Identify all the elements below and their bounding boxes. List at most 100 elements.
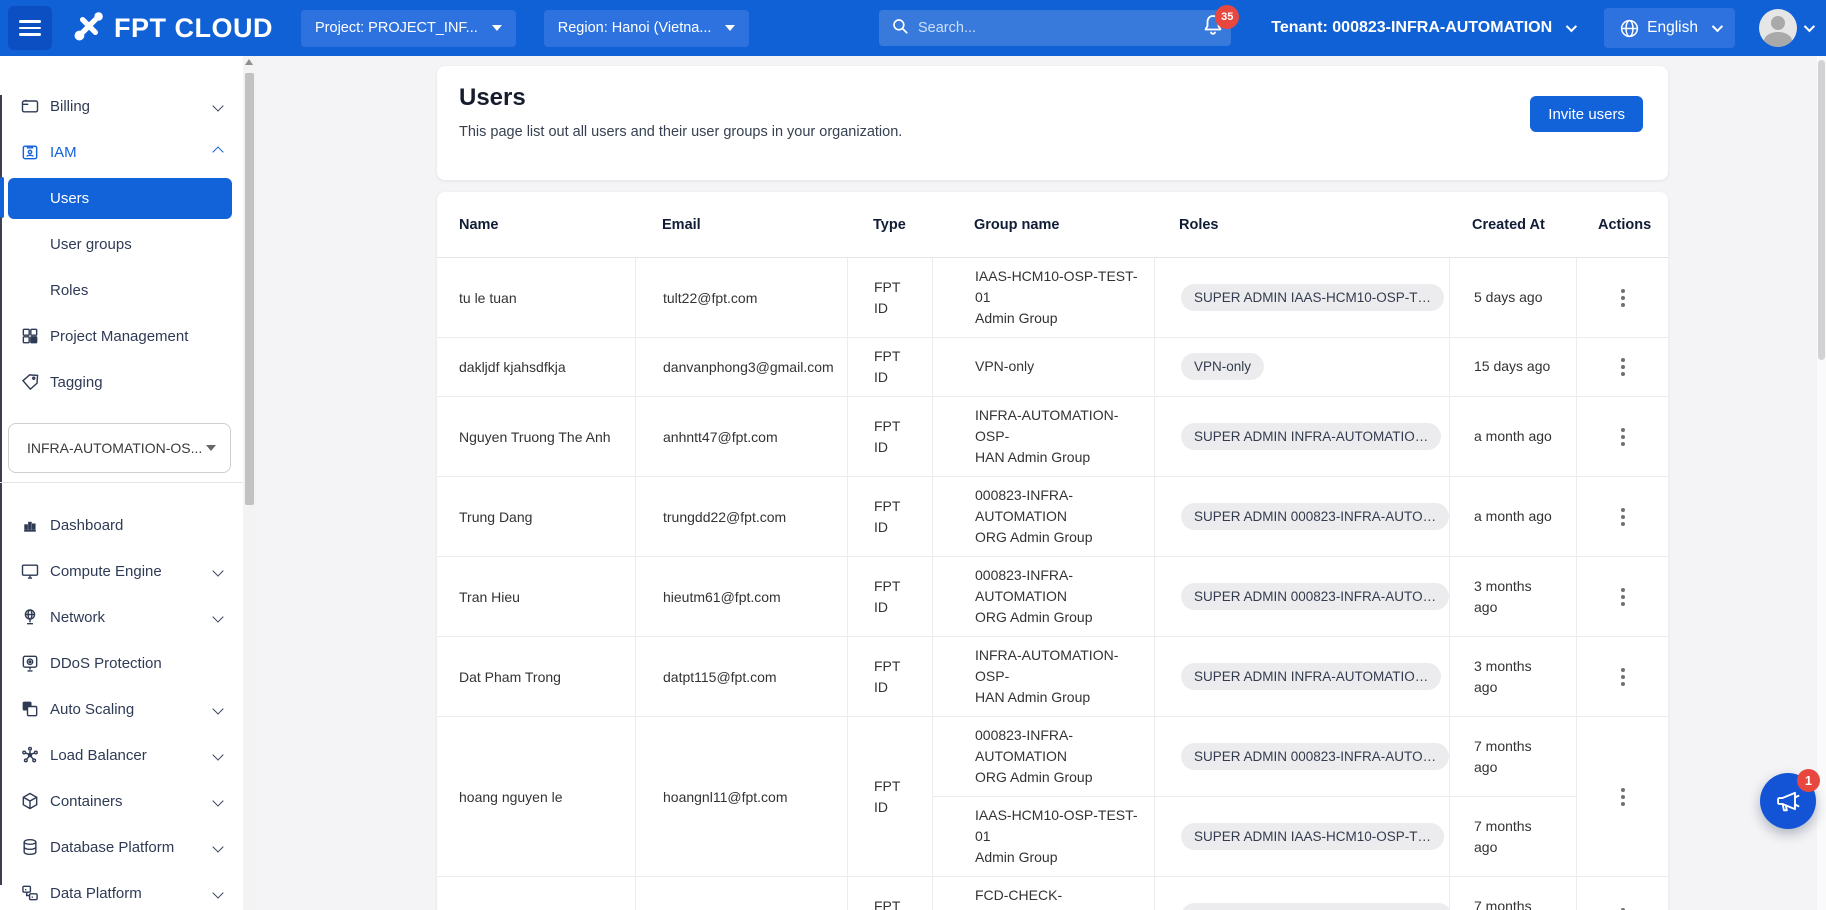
column-header-actions: Actions bbox=[1576, 217, 1668, 233]
container-icon bbox=[20, 791, 40, 811]
actions-cell bbox=[1576, 477, 1668, 556]
name-cell: dakljdf kjahsdfkja bbox=[437, 338, 635, 396]
sidebar-item-user-groups[interactable]: User groups bbox=[0, 221, 243, 267]
sidebar-item-roles[interactable]: Roles bbox=[0, 267, 243, 313]
name-cell: Dat Pham Trong bbox=[437, 637, 635, 716]
table-header-row: NameEmailTypeGroup nameRolesCreated AtAc… bbox=[437, 192, 1668, 258]
sidebar-item-label: Network bbox=[50, 609, 105, 626]
name-cell: hoang nguyen le bbox=[437, 717, 635, 876]
table-row: Trung Dangtrungdd22@fpt.comFPTID000823-I… bbox=[437, 477, 1668, 557]
ddos-icon bbox=[20, 653, 40, 673]
chevron-down-icon bbox=[725, 25, 735, 31]
account-chevron-down-icon[interactable] bbox=[1804, 21, 1815, 32]
sidebar-project-select[interactable]: INFRA-AUTOMATION-OS... bbox=[8, 423, 231, 473]
sidebar-item-ddos-protection[interactable]: DDoS Protection bbox=[0, 640, 243, 686]
sidebar-item-label: Data Platform bbox=[50, 885, 142, 902]
chevron-down-icon bbox=[1712, 21, 1723, 32]
search-input[interactable] bbox=[918, 20, 1219, 36]
roles-cell: SUPER ADMIN IAAS-HCM10-OSP-T… bbox=[1154, 797, 1449, 876]
sidebar-scrollbar-thumb[interactable] bbox=[245, 73, 254, 505]
row-actions-kebab-button[interactable] bbox=[1609, 418, 1637, 456]
type-cell: FPTID bbox=[847, 717, 932, 876]
roles-cell: FCD-CHECK-PERMISSION-PRODUC… bbox=[1154, 877, 1449, 910]
row-actions-kebab-button[interactable] bbox=[1609, 348, 1637, 386]
sidebar-item-label: Dashboard bbox=[50, 517, 123, 534]
language-selector[interactable]: English bbox=[1604, 8, 1735, 48]
table-row: dakljdf kjahsdfkjadanvanphong3@gmail.com… bbox=[437, 338, 1668, 397]
sidebar-item-tagging[interactable]: Tagging bbox=[0, 359, 243, 405]
column-header-type: Type bbox=[847, 217, 932, 233]
global-search bbox=[879, 10, 1231, 46]
chevron-down-icon bbox=[1566, 21, 1577, 32]
monitor-icon bbox=[20, 561, 40, 581]
row-actions-kebab-button[interactable] bbox=[1609, 279, 1637, 317]
created-at-cell: 7 monthsago bbox=[1449, 797, 1577, 876]
logo-text: FPT CLOUD bbox=[114, 13, 273, 44]
tag-icon bbox=[20, 372, 40, 392]
invite-users-button[interactable]: Invite users bbox=[1530, 96, 1643, 132]
actions-cell bbox=[1576, 557, 1668, 636]
actions-cell bbox=[1576, 338, 1668, 396]
actions-cell bbox=[1576, 397, 1668, 476]
row-actions-kebab-button[interactable] bbox=[1609, 498, 1637, 536]
sidebar-item-iam[interactable]: IAM bbox=[0, 129, 243, 175]
actions-cell bbox=[1576, 637, 1668, 716]
notifications-button[interactable]: 35 bbox=[1201, 12, 1231, 44]
roles-cell: VPN-only bbox=[1154, 338, 1449, 395]
group-name-cell: IAAS-HCM10-OSP-TEST-01Admin Group bbox=[933, 258, 1154, 337]
scroll-up-arrow-icon[interactable] bbox=[245, 59, 253, 65]
project-selector[interactable]: Project: PROJECT_INF... bbox=[301, 10, 516, 47]
groups-block: VPN-onlyVPN-only15 days ago bbox=[932, 338, 1576, 396]
sidebar-item-compute-engine[interactable]: Compute Engine bbox=[0, 548, 243, 594]
globe-icon bbox=[1619, 18, 1640, 39]
sidebar-item-dashboard[interactable]: Dashboard bbox=[0, 502, 243, 548]
row-actions-kebab-button[interactable] bbox=[1609, 778, 1637, 816]
table-row: tu le tuantult22@fpt.comFPTIDIAAS-HCM10-… bbox=[437, 258, 1668, 338]
role-badge: FCD-CHECK-PERMISSION-PRODUC… bbox=[1181, 903, 1452, 910]
actions-cell bbox=[1576, 717, 1668, 876]
hamburger-menu-button[interactable] bbox=[8, 6, 52, 50]
sidebar-item-label: IAM bbox=[50, 144, 77, 161]
column-header-created-at: Created At bbox=[1448, 217, 1576, 233]
sidebar-item-label: Tagging bbox=[50, 374, 103, 391]
fab-badge: 1 bbox=[1797, 769, 1820, 792]
table-row: hoang nguyen lehoangnl11@fpt.comFPTID000… bbox=[437, 717, 1668, 877]
group-name-cell: 000823-INFRA-AUTOMATIONORG Admin Group bbox=[933, 557, 1154, 636]
sidebar-item-containers[interactable]: Containers bbox=[0, 778, 243, 824]
row-actions-kebab-button[interactable] bbox=[1609, 898, 1637, 910]
row-actions-kebab-button[interactable] bbox=[1609, 578, 1637, 616]
type-cell: FPTID bbox=[847, 397, 932, 476]
main-content: Users This page list out all users and t… bbox=[256, 56, 1826, 910]
sidebar-item-billing[interactable]: Billing bbox=[0, 83, 243, 129]
sidebar-item-network[interactable]: Network bbox=[0, 594, 243, 640]
groups-block: 000823-INFRA-AUTOMATIONORG Admin Group SU… bbox=[932, 557, 1576, 636]
scaling-icon bbox=[20, 699, 40, 719]
page-scrollbar-thumb[interactable] bbox=[1818, 60, 1825, 360]
role-badge: SUPER ADMIN 000823-INFRA-AUTO… bbox=[1181, 743, 1449, 770]
sidebar-item-project-management[interactable]: Project Management bbox=[0, 313, 243, 359]
sidebar-item-database-platform[interactable]: Database Platform bbox=[0, 824, 243, 870]
chevron-down-icon bbox=[212, 749, 223, 760]
group-subrow: IAAS-HCM10-OSP-TEST-01Admin Group SUPER A… bbox=[933, 258, 1576, 337]
role-badge: SUPER ADMIN 000823-INFRA-AUTO… bbox=[1181, 583, 1449, 610]
type-cell: FPTID bbox=[847, 637, 932, 716]
tenant-selector[interactable]: Tenant: 000823-INFRA-AUTOMATION bbox=[1271, 19, 1574, 37]
sidebar-item-users[interactable]: Users bbox=[8, 178, 232, 219]
region-selector[interactable]: Region: Hanoi (Vietna... bbox=[544, 10, 750, 47]
sidebar-item-data-platform[interactable]: Data Platform bbox=[0, 870, 243, 910]
sidebar-item-auto-scaling[interactable]: Auto Scaling bbox=[0, 686, 243, 732]
row-actions-kebab-button[interactable] bbox=[1609, 658, 1637, 696]
email-cell: hieutm61@fpt.com bbox=[635, 557, 847, 636]
email-cell: datpt115@fpt.com bbox=[635, 637, 847, 716]
chart-icon bbox=[20, 515, 40, 535]
wallet-icon bbox=[20, 96, 40, 116]
sidebar-item-load-balancer[interactable]: Load Balancer bbox=[0, 732, 243, 778]
role-badge: SUPER ADMIN IAAS-HCM10-OSP-T… bbox=[1181, 284, 1444, 311]
sidebar-item-label: Load Balancer bbox=[50, 747, 147, 764]
groups-block: 000823-INFRA-AUTOMATIONORG Admin GroupSU… bbox=[932, 477, 1576, 556]
user-avatar[interactable] bbox=[1759, 9, 1797, 47]
chevron-down-icon bbox=[212, 565, 223, 576]
announcements-fab[interactable]: 1 bbox=[1760, 773, 1816, 829]
group-subrow: 000823-INFRA-AUTOMATIONORG Admin GroupSU… bbox=[933, 477, 1576, 556]
globe-stand-icon bbox=[20, 607, 40, 627]
